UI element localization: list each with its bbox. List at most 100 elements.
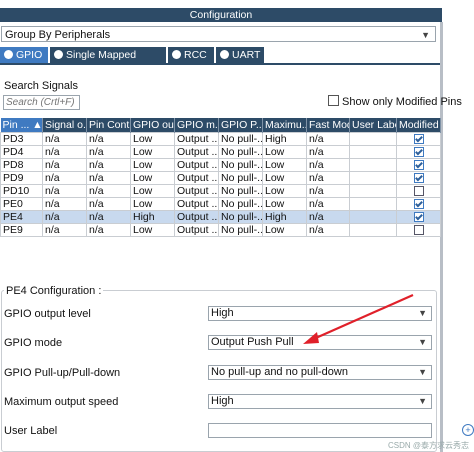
cell-mode: Output ... bbox=[174, 197, 219, 211]
cell-label bbox=[349, 158, 397, 172]
cell-mode: Output ... bbox=[174, 210, 219, 224]
tab-single-mapped-signals[interactable]: Single Mapped Signals bbox=[50, 47, 166, 77]
max-output-speed-dropdown[interactable]: High ▼ bbox=[208, 394, 432, 409]
cell-fast: n/a bbox=[306, 171, 350, 185]
cell-label bbox=[349, 145, 397, 159]
cell-modified bbox=[396, 184, 441, 198]
cell-modified bbox=[396, 145, 441, 159]
vertical-scrollbar[interactable] bbox=[440, 22, 443, 452]
zoom-in-icon[interactable]: + bbox=[462, 424, 474, 436]
cell-mode: Output ... bbox=[174, 184, 219, 198]
col-header-gpio-output[interactable]: GPIO ou... bbox=[130, 118, 175, 133]
window-title: Configuration bbox=[0, 8, 442, 22]
top-strip bbox=[0, 0, 474, 8]
col-header-gpio-pull[interactable]: GPIO P... bbox=[218, 118, 263, 133]
cell-out: Low bbox=[130, 223, 175, 237]
cell-out: Low bbox=[130, 145, 175, 159]
modified-checkbox[interactable] bbox=[413, 160, 424, 171]
cell-fast: n/a bbox=[306, 158, 350, 172]
table-row[interactable]: PE0 n/a n/a Low Output ... No pull-... Low n/a bbox=[0, 197, 441, 211]
modified-checkbox[interactable] bbox=[413, 212, 424, 223]
modified-checkbox[interactable] bbox=[413, 147, 424, 158]
cell-signal: n/a bbox=[42, 223, 87, 237]
cell-label bbox=[349, 132, 397, 146]
cell-ctx: n/a bbox=[86, 223, 131, 237]
cell-modified bbox=[396, 223, 441, 237]
search-signals-label: Search Signals bbox=[4, 80, 78, 92]
gpio-pull-dropdown[interactable]: No pull-up and no pull-down ▼ bbox=[208, 365, 432, 380]
cell-modified bbox=[396, 210, 441, 224]
user-label-input[interactable] bbox=[208, 423, 432, 438]
show-modified-checkbox[interactable]: Show only Modified Pins bbox=[328, 95, 462, 108]
col-header-pin[interactable]: Pin ... ▲ bbox=[0, 118, 43, 133]
cell-mode: Output ... bbox=[174, 145, 219, 159]
table-row[interactable]: PD10 n/a n/a Low Output ... No pull-... Low n/a bbox=[0, 184, 441, 198]
table-row[interactable]: PD3 n/a n/a Low Output ... No pull-... High n/a bbox=[0, 132, 441, 146]
user-label-label: User Label bbox=[4, 425, 58, 437]
cell-label bbox=[349, 223, 397, 237]
cell-max: High bbox=[262, 210, 307, 224]
cell-fast: n/a bbox=[306, 223, 350, 237]
modified-checkbox[interactable] bbox=[413, 186, 424, 197]
cell-fast: n/a bbox=[306, 197, 350, 211]
config-title: PE4 Configuration : bbox=[4, 285, 104, 297]
cell-out: Low bbox=[130, 171, 175, 185]
table-row[interactable]: PE9 n/a n/a Low Output ... No pull-... Low n/a bbox=[0, 223, 441, 237]
table-row[interactable]: PD4 n/a n/a Low Output ... No pull-... Low n/a bbox=[0, 145, 441, 159]
cell-pin: PE4 bbox=[0, 210, 43, 224]
col-header-user-label[interactable]: User Label bbox=[349, 118, 397, 133]
cell-pin: PE0 bbox=[0, 197, 43, 211]
cell-pull: No pull-... bbox=[218, 171, 263, 185]
gpio-pull-label: GPIO Pull-up/Pull-down bbox=[4, 367, 121, 379]
cell-pull: No pull-... bbox=[218, 158, 263, 172]
table-row[interactable]: PD8 n/a n/a Low Output ... No pull-... Low n/a bbox=[0, 158, 441, 172]
cell-pull: No pull-... bbox=[218, 223, 263, 237]
cell-pin: PD3 bbox=[0, 132, 43, 146]
cell-pull: No pull-... bbox=[218, 210, 263, 224]
col-header-modified[interactable]: Modified bbox=[396, 118, 441, 133]
cell-out: Low bbox=[130, 158, 175, 172]
pin-table: Pin ... ▲ Signal o... Pin Cont... GPIO o… bbox=[0, 118, 441, 237]
cell-pin: PD10 bbox=[0, 184, 43, 198]
cell-modified bbox=[396, 132, 441, 146]
cell-signal: n/a bbox=[42, 197, 87, 211]
cell-signal: n/a bbox=[42, 184, 87, 198]
cell-ctx: n/a bbox=[86, 210, 131, 224]
cell-signal: n/a bbox=[42, 210, 87, 224]
table-row[interactable]: PE4 n/a n/a High Output ... No pull-... High n/… bbox=[0, 210, 441, 224]
cell-out: Low bbox=[130, 184, 175, 198]
annotation-arrow-shaft bbox=[308, 293, 414, 343]
search-input[interactable] bbox=[3, 95, 80, 110]
col-header-signal[interactable]: Signal o... bbox=[42, 118, 87, 133]
col-header-gpio-mode[interactable]: GPIO m... bbox=[174, 118, 219, 133]
annotation-arrow bbox=[303, 293, 414, 344]
watermark: CSDN @泰方求云秀志 bbox=[388, 441, 470, 450]
cell-modified bbox=[396, 171, 441, 185]
cell-out: Low bbox=[130, 197, 175, 211]
modified-checkbox[interactable] bbox=[413, 199, 424, 210]
chevron-down-icon: ▼ bbox=[421, 30, 430, 40]
chevron-down-icon: ▼ bbox=[418, 396, 427, 406]
table-row[interactable]: PD9 n/a n/a Low Output ... No pull-... Low n/a bbox=[0, 171, 441, 185]
tab-uart[interactable]: UART bbox=[216, 47, 264, 63]
group-by-dropdown[interactable]: Group By Peripherals ▼ bbox=[1, 26, 436, 42]
modified-checkbox[interactable] bbox=[413, 225, 424, 236]
col-header-pin-context[interactable]: Pin Cont... bbox=[86, 118, 131, 133]
cell-label bbox=[349, 171, 397, 185]
cell-fast: n/a bbox=[306, 184, 350, 198]
cell-fast: n/a bbox=[306, 132, 350, 146]
cell-pin: PD9 bbox=[0, 171, 43, 185]
cell-ctx: n/a bbox=[86, 158, 131, 172]
cell-max: High bbox=[262, 132, 307, 146]
group-by-value: Group By Peripherals bbox=[5, 29, 111, 41]
col-header-max-speed[interactable]: Maximu... bbox=[262, 118, 307, 133]
tab-gpio[interactable]: GPIO bbox=[0, 47, 48, 63]
cell-mode: Output ... bbox=[174, 132, 219, 146]
cell-fast: n/a bbox=[306, 210, 350, 224]
modified-checkbox[interactable] bbox=[413, 173, 424, 184]
cell-pin: PD4 bbox=[0, 145, 43, 159]
cell-ctx: n/a bbox=[86, 184, 131, 198]
col-header-fast-mode[interactable]: Fast Mode bbox=[306, 118, 350, 133]
modified-checkbox[interactable] bbox=[413, 134, 424, 145]
tab-rcc[interactable]: RCC bbox=[168, 47, 214, 63]
